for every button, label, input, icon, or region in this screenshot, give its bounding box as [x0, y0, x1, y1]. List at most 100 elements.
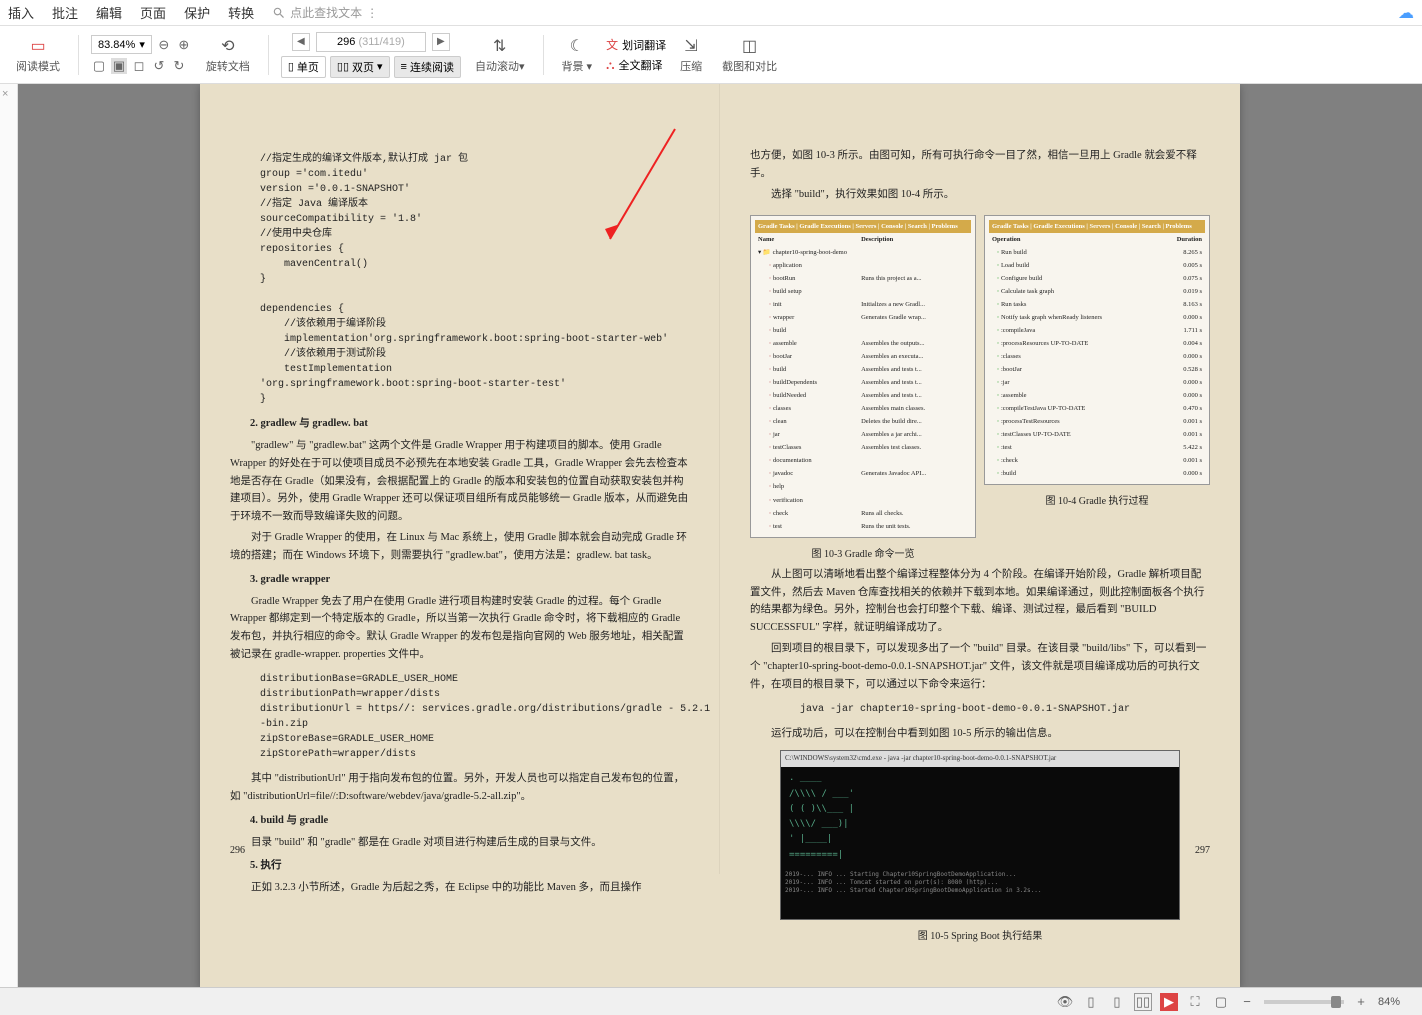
- paragraph: Gradle Wrapper 免去了用户在使用 Gradle 进行项目构建时安装…: [230, 593, 689, 664]
- figure-caption: 图 10-3 Gradle 命令一览: [750, 546, 976, 563]
- heading-4: 4. build 与 gradle: [250, 812, 689, 830]
- zoom-slider[interactable]: [1264, 1000, 1344, 1004]
- menu-edit[interactable]: 编辑: [96, 3, 122, 22]
- read-mode-button[interactable]: ▭ 阅读模式: [10, 36, 66, 74]
- figure-10-5-terminal: C:\WINDOWS\system32\cmd.exe - java -jar …: [780, 750, 1180, 920]
- main-area: × //指定生成的编译文件版本,默认打成 jar 包 group ='com.i…: [0, 84, 1422, 987]
- page-spread: //指定生成的编译文件版本,默认打成 jar 包 group ='com.ite…: [200, 84, 1240, 987]
- code-block-2: distributionBase=GRADLE_USER_HOME distri…: [260, 672, 689, 762]
- zoom-out-icon[interactable]: ⊖: [156, 37, 172, 53]
- toolbar: ▭ 阅读模式 83.84% ▾ ⊖ ⊕ ▢ ▣ ◻ ↺ ↻ ⟲ 旋转文档 ◀ 2…: [0, 26, 1422, 84]
- paragraph: 正如 3.2.3 小节所述，Gradle 为后起之秀，在 Eclipse 中的功…: [230, 879, 689, 897]
- zoom-minus-icon[interactable]: −: [1238, 993, 1256, 1011]
- screenshot-compare-button[interactable]: ◫ 截图和对比: [716, 36, 783, 74]
- menu-convert[interactable]: 转换: [228, 3, 254, 22]
- fullscreen-icon[interactable]: ⛶: [1186, 993, 1204, 1011]
- fit-page-icon[interactable]: ▣: [111, 58, 127, 74]
- menu-protect[interactable]: 保护: [184, 3, 210, 22]
- zoom-plus-icon[interactable]: +: [1352, 993, 1370, 1011]
- translate-icon: 文: [606, 36, 618, 53]
- page-296: //指定生成的编译文件版本,默认打成 jar 包 group ='com.ite…: [200, 84, 720, 874]
- zoom-slider-handle[interactable]: [1331, 996, 1341, 1008]
- menu-page[interactable]: 页面: [140, 3, 166, 22]
- terminal-output: 2019-... INFO ... Starting Chapter10Spri…: [781, 867, 1179, 898]
- single-page-icon: ▯: [288, 60, 294, 73]
- heading-2: 2. gradlew 与 gradlew. bat: [250, 415, 689, 433]
- fit-width-icon[interactable]: ▢: [91, 58, 107, 74]
- search-icon: [272, 6, 286, 20]
- fit-icon[interactable]: ▢: [1212, 993, 1230, 1011]
- view-double-icon[interactable]: ▯▯: [1134, 993, 1152, 1011]
- menu-bar: 插入 批注 编辑 页面 保护 转换 点此查找文本 ⋮ ☁: [0, 0, 1422, 26]
- paragraph: 选择 "build"，执行效果如图 10-4 所示。: [750, 186, 1210, 204]
- spring-ascii-logo: . ____ /\\\\ / ___'( ( )\\___ | \\\\/ __…: [781, 767, 1179, 867]
- menu-insert[interactable]: 插入: [8, 3, 34, 22]
- translate-all-icon: ⛬: [606, 58, 614, 73]
- terminal-title: C:\WINDOWS\system32\cmd.exe - java -jar …: [781, 751, 1179, 767]
- heading-5: 5. 执行: [250, 857, 689, 875]
- heading-3: 3. gradle wrapper: [250, 571, 689, 589]
- background-button[interactable]: ☾ 背景 ▾: [556, 36, 599, 74]
- zoom-percent: 84%: [1378, 996, 1412, 1008]
- zoom-input[interactable]: 83.84% ▾: [91, 35, 152, 54]
- view-single-icon[interactable]: ▯: [1082, 993, 1100, 1011]
- status-bar: 👁 ▯ ▯ ▯▯ ▶ ⛶ ▢ − + 84%: [0, 987, 1422, 1015]
- chevron-down-icon: ▾: [139, 38, 145, 51]
- close-panel-icon[interactable]: ×: [2, 88, 8, 100]
- scroll-icon: ⇅: [490, 36, 510, 56]
- code-block-1: //指定生成的编译文件版本,默认打成 jar 包 group ='com.ite…: [260, 152, 689, 407]
- paragraph: 运行成功后，可以在控制台中看到如图 10-5 所示的输出信息。: [750, 725, 1210, 743]
- more-icon[interactable]: ⋮: [366, 6, 378, 20]
- figure-caption: 图 10-5 Spring Boot 执行结果: [750, 928, 1210, 945]
- eye-protect-icon[interactable]: 👁: [1056, 993, 1074, 1011]
- page-number-input[interactable]: 296 (311/419): [316, 32, 426, 52]
- paragraph: 其中 "distributionUrl" 用于指向发布包的位置。另外，开发人员也…: [230, 770, 689, 806]
- figure-caption: 图 10-4 Gradle 执行过程: [984, 493, 1210, 510]
- rotate-left-icon[interactable]: ↺: [151, 58, 167, 74]
- moon-icon: ☾: [567, 36, 587, 56]
- next-page-button[interactable]: ▶: [432, 33, 450, 51]
- screenshot-icon: ◫: [740, 36, 760, 56]
- paragraph: "gradlew" 与 "gradlew.bat" 这两个文件是 Gradle …: [230, 437, 689, 526]
- paragraph: 回到项目的根目录下，可以发现多出了一个 "build" 目录。在该目录 "bui…: [750, 640, 1210, 694]
- compress-button[interactable]: ⇲ 压缩: [674, 36, 708, 74]
- left-panel: ×: [0, 84, 18, 987]
- compress-icon: ⇲: [681, 36, 701, 56]
- double-page-button[interactable]: ▯▯双页▾: [330, 56, 390, 78]
- book-icon: ▭: [28, 36, 48, 56]
- search-box[interactable]: 点此查找文本 ⋮: [272, 4, 378, 21]
- paragraph: 对于 Gradle Wrapper 的使用，在 Linux 与 Mac 系统上，…: [230, 529, 689, 565]
- page-297: 也方便，如图 10-3 所示。由图可知，所有可执行命令一目了然，相信一旦用上 G…: [720, 84, 1240, 874]
- full-translate-button[interactable]: ⛬ 全文翻译: [606, 57, 666, 73]
- continuous-button[interactable]: ≡连续阅读: [394, 56, 461, 78]
- rotate-right-icon[interactable]: ↻: [171, 58, 187, 74]
- page-number: 296: [230, 842, 245, 859]
- paragraph: 也方便，如图 10-3 所示。由图可知，所有可执行命令一目了然，相信一旦用上 G…: [750, 147, 1210, 183]
- word-translate-button[interactable]: 文 划词翻译: [606, 36, 666, 53]
- separator: [78, 35, 79, 75]
- separator: [543, 35, 544, 75]
- view-continuous-icon[interactable]: ▯: [1108, 993, 1126, 1011]
- rotate-icon: ⟲: [218, 36, 238, 56]
- continuous-icon: ≡: [401, 61, 407, 73]
- menu-annotate[interactable]: 批注: [52, 3, 78, 22]
- code-block-3: java -jar chapter10-spring-boot-demo-0.0…: [800, 702, 1210, 717]
- actual-size-icon[interactable]: ◻: [131, 58, 147, 74]
- prev-page-button[interactable]: ◀: [292, 33, 310, 51]
- separator: [268, 35, 269, 75]
- figure-row: Gradle Tasks | Gradle Executions | Serve…: [750, 207, 1210, 563]
- rotate-doc-button[interactable]: ⟲ 旋转文档: [200, 36, 256, 74]
- play-icon[interactable]: ▶: [1160, 993, 1178, 1011]
- paragraph: 目录 "build" 和 "gradle" 都是在 Gradle 对项目进行构建…: [230, 834, 689, 852]
- figure-10-4: Gradle Tasks | Gradle Executions | Serve…: [984, 215, 1210, 486]
- figure-10-3: Gradle Tasks | Gradle Executions | Serve…: [750, 215, 976, 538]
- double-page-icon: ▯▯: [337, 60, 349, 73]
- auto-scroll-button[interactable]: ⇅ 自动滚动▾: [469, 36, 531, 74]
- document-viewport[interactable]: //指定生成的编译文件版本,默认打成 jar 包 group ='com.ite…: [18, 84, 1422, 987]
- search-placeholder: 点此查找文本: [290, 4, 362, 21]
- cloud-sync-icon[interactable]: ☁: [1398, 3, 1414, 23]
- page-number: 297: [1195, 842, 1210, 859]
- zoom-in-icon[interactable]: ⊕: [176, 37, 192, 53]
- single-page-button[interactable]: ▯单页: [281, 56, 326, 78]
- chevron-down-icon: ▾: [377, 60, 383, 73]
